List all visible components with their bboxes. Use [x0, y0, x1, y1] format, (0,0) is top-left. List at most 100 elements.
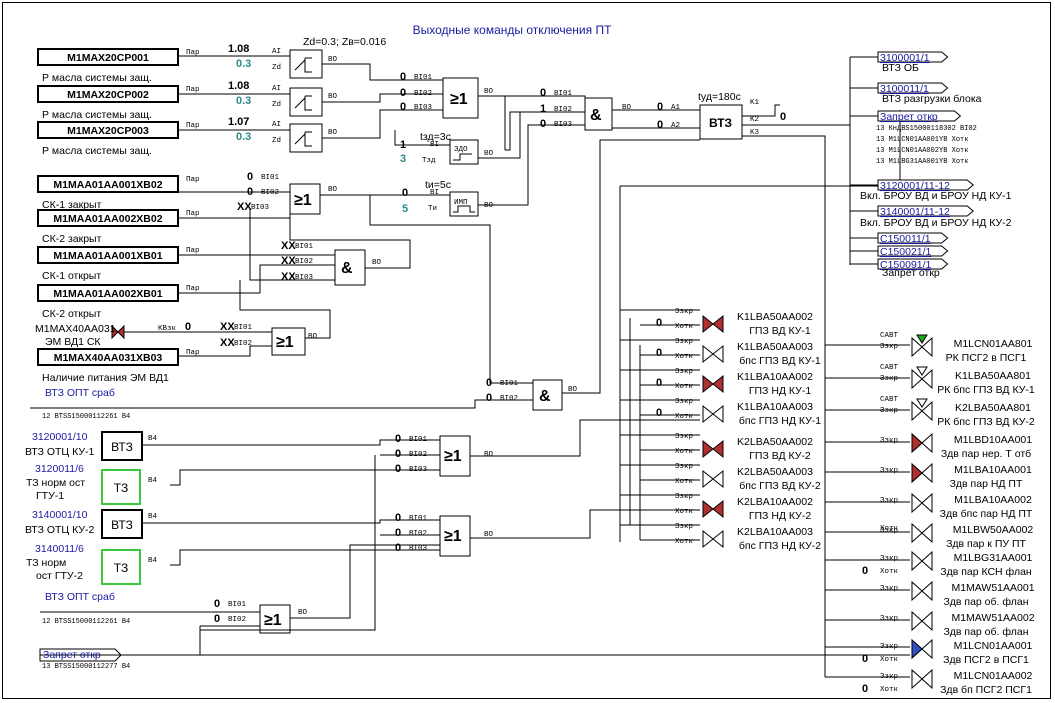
valve-desc: Здв бп ПСГ2 ПСГ1	[940, 684, 1032, 696]
right-valve-3[interactable]: K2LBA50AA801 РК бпс ГПЗ ВД КУ-2 Ззкр САВТ	[880, 396, 1035, 428]
comparator-3[interactable]	[289, 123, 323, 153]
signal-value: 0	[400, 71, 406, 83]
left-block-3[interactable]: ВТЗ 3140001/10 ВТЗ ОТЦ КУ-2 B4	[25, 509, 158, 539]
savt-port: САВТ	[880, 332, 899, 340]
szkr-port: Ззкр	[880, 673, 898, 681]
signal-value: 0	[540, 118, 546, 130]
input-tag-desc: СК-2 закрыт	[42, 233, 102, 245]
mid-valve-4[interactable]: K1LBA10AA003 бпс ГПЗ НД КУ-1 Ззкр Хотк 0	[656, 398, 821, 427]
input-tag-3[interactable]: M1MAX20CP003 Р масла системы защ. Пар 1.07 0…	[37, 116, 338, 157]
output-7[interactable]: С150021/1	[877, 245, 949, 258]
port-label: BI01	[409, 436, 428, 444]
output-6[interactable]: С150011/1	[877, 232, 949, 245]
valve-hotk-value: 0	[656, 317, 662, 329]
k1-value: 0	[780, 111, 786, 123]
port-label: BI03	[554, 121, 573, 129]
input-tag-name: M1MAA01AA002XB01	[53, 288, 162, 300]
input-tag-8[interactable]: M1MAX40AA031XB03 Наличие питания ЭМ ВД1 Па…	[37, 348, 200, 384]
output-1[interactable]: 3100001/1ВТЗ ОБ	[877, 51, 949, 74]
or-gate-pressure[interactable]: ≥1	[442, 77, 479, 119]
mid-valve-1[interactable]: K1LBA50AA002 ГПЗ ВД КУ-1 Ззкр Хотк 0	[656, 308, 813, 337]
input-tag-2[interactable]: M1MAX20CP002 Р масла системы защ. Пар 1.08 0…	[37, 80, 338, 121]
tyd-label: tуд=180с	[698, 91, 741, 103]
mid-valves: K1LBA50AA002ГПЗ ВД КУ-1ЗзкрХотк0K1LBA50A…	[656, 308, 821, 552]
comparator-1[interactable]	[289, 49, 323, 79]
zapret-list-item: 13 M1LCN01AA001YB Хотк	[876, 136, 968, 144]
comparator-2[interactable]	[289, 87, 323, 117]
mid-valve-3[interactable]: K1LBA10AA002 ГПЗ НД КУ-1 Ззкр Хотк 0	[656, 368, 813, 397]
mid-valve-8[interactable]: K2LBA10AA003 бпс ГПЗ НД КУ-2 Ззкр Хотк	[675, 523, 821, 552]
svg-text:≥1: ≥1	[264, 612, 282, 629]
port-label: BI01	[414, 74, 433, 82]
mid-valve-2[interactable]: K1LBA50AA003 бпс ГПЗ ВД КУ-1 Ззкр Хотк 0	[656, 338, 821, 367]
signal-value: 0	[540, 87, 546, 99]
right-valve-9[interactable]: M1MAW51AA001 Здв пар об. флан Ззкр	[880, 580, 1035, 608]
vtz-opt-signal[interactable]: ВТЗ ОПТ сраб 12 BTSS15000112261 B4	[42, 387, 130, 421]
and-gate-top[interactable]: &	[584, 97, 613, 131]
or-gate-ku2[interactable]: ≥1	[439, 515, 471, 557]
vtz-opt-signal-2[interactable]: ВТЗ ОПТ сраб 12 BTSS15000112261 B4	[42, 591, 130, 626]
valve-desc: Здв пар КСН флан	[940, 566, 1032, 578]
szkr-port: Ззкр	[675, 368, 693, 376]
signal-value: 0	[247, 171, 253, 183]
mid-valve-5[interactable]: K2LBA50AA002 ГПЗ ВД КУ-2 Ззкр Хотк	[675, 433, 813, 462]
bo-port: BO	[484, 531, 494, 539]
input-tag-name: M1MAX20CP001	[67, 52, 149, 64]
output-3[interactable]: Запрет откр	[877, 110, 962, 123]
zapret-otkr-signal[interactable]: Запрет откр 13 BTSS15000112277 B4	[39, 648, 130, 671]
diagram-canvas: Выходные команды отключения ПТ Zd=0.3; Z…	[0, 0, 1055, 703]
output-2[interactable]: 3100011/1ВТЗ разгрузки блока	[877, 82, 982, 105]
valve-hotk-value: 0	[862, 683, 868, 695]
bo-port: BO	[372, 259, 382, 267]
right-valve-2[interactable]: K1LBA50AA801 РК бпс ГПЗ ВД КУ-1 Ззкр САВТ	[880, 364, 1035, 396]
right-valve-6[interactable]: M1LBA10AA002 Здв бпс пар НД ПТ Ззкр	[880, 492, 1033, 520]
right-valve-12[interactable]: M1LCN01AA002 Здв бп ПСГ2 ПСГ1 Ззкр Хотк 0	[862, 668, 1033, 696]
output-4[interactable]: 3120001/11-12Вкл. БРОУ ВД и БРОУ НД КУ-1	[860, 179, 1012, 202]
hotk-port: Хотк	[675, 413, 694, 421]
right-valve-7[interactable]: M1LBW50AA002Здв пар к ПУ ПТЗзкрХотк	[880, 522, 1033, 550]
block-desc-2: ГТУ-1	[36, 490, 64, 502]
left-block-2[interactable]: ТЗ 3120011/6 ТЗ норм остГТУ-1 B4	[26, 463, 158, 505]
left-block-1[interactable]: ВТЗ 3120001/10 ВТЗ ОТЦ КУ-1 B4	[25, 431, 158, 461]
svg-text:≥1: ≥1	[294, 192, 312, 209]
szkr-port: Ззкр	[880, 437, 898, 445]
port-label: BI02	[554, 106, 572, 114]
input-tag-6[interactable]: M1MAA01AA001XB01 СК-1 открыт Пар	[37, 246, 200, 282]
input-tag-name: M1MAX20CP003	[67, 125, 149, 137]
right-valve-11[interactable]: M1LCN01AA001 Здв ПСГ2 в ПСГ1 Ззкр Хотк 0	[862, 638, 1033, 666]
or-gate-bottom[interactable]: ≥1	[259, 604, 291, 634]
right-valve-8[interactable]: M1LBG31AA001 Здв пар КСН флан Ззкр Хотк 0	[862, 550, 1033, 578]
right-valve-1[interactable]: M1LCN01AA801 РК ПСГ2 в ПСГ1 Ззкр САВТ	[880, 332, 1033, 364]
hotk-port: Хотк	[675, 383, 694, 391]
input-tag-name: M1MAA01AA001XB02	[53, 179, 162, 191]
valve-icon	[911, 580, 933, 602]
and-gate-bottom[interactable]: &	[532, 379, 563, 411]
mid-valve-6[interactable]: K2LBA50AA003 бпс ГПЗ ВД КУ-2 Ззкр Хотк	[675, 463, 821, 492]
or-gate-sk-closed[interactable]: ≥1	[289, 183, 321, 215]
valve-icon	[911, 668, 933, 690]
actuator-icon	[916, 398, 928, 408]
imp-timer[interactable]: ИМП	[449, 191, 479, 217]
zdo-timer[interactable]: ЗДО	[449, 139, 479, 165]
or-gate-valve[interactable]: ≥1	[271, 327, 306, 356]
valve-icon	[911, 492, 933, 514]
output-8[interactable]: С150091/1Запрет откр	[877, 258, 949, 279]
input-valve-em[interactable]: M1MAX40AA031ЭМ ВД1 СК KВзк	[35, 323, 177, 348]
valve-tag: K2LBA10AA003	[737, 526, 813, 538]
or-gate-ku1[interactable]: ≥1	[439, 435, 471, 477]
input-tag-5[interactable]: M1MAA01AA002XB02 СК-2 закрыт Пар	[37, 209, 200, 245]
vtz-block[interactable]: ВТЗ	[699, 104, 743, 140]
right-valve-5[interactable]: M1LBA10AA001 Здв пар НД ПТ Ззкр	[880, 462, 1032, 490]
output-5[interactable]: 3140001/11-12Вкл. БРОУ ВД и БРОУ НД КУ-2	[860, 205, 1012, 229]
and-gate-sk-open[interactable]: &	[334, 249, 366, 286]
mid-valve-7[interactable]: K2LBA10AA002 ГПЗ НД КУ-2 Ззкр Хотк	[675, 493, 813, 522]
left-block-4[interactable]: ТЗ 3140011/6 ТЗ нормост ГТУ-2 B4	[26, 543, 158, 585]
port-label: BI02	[409, 530, 427, 538]
szkr-port: Ззкр	[880, 343, 898, 351]
input-tag-4[interactable]: M1MAA01AA001XB02СК-1 закрытПар	[37, 175, 200, 211]
b4-port: B4	[148, 557, 158, 565]
input-tag-7[interactable]: M1MAA01AA002XB01 СК-2 открыт Пар	[37, 284, 200, 320]
right-valve-10[interactable]: M1MAW51AA002 Здв пар об. флан Ззкр	[880, 610, 1035, 638]
right-valve-4[interactable]: M1LBD10AA001 Здв пар нер. Т отб Ззкр	[880, 432, 1032, 460]
valve-tag: K1LBA10AA003	[737, 401, 813, 413]
